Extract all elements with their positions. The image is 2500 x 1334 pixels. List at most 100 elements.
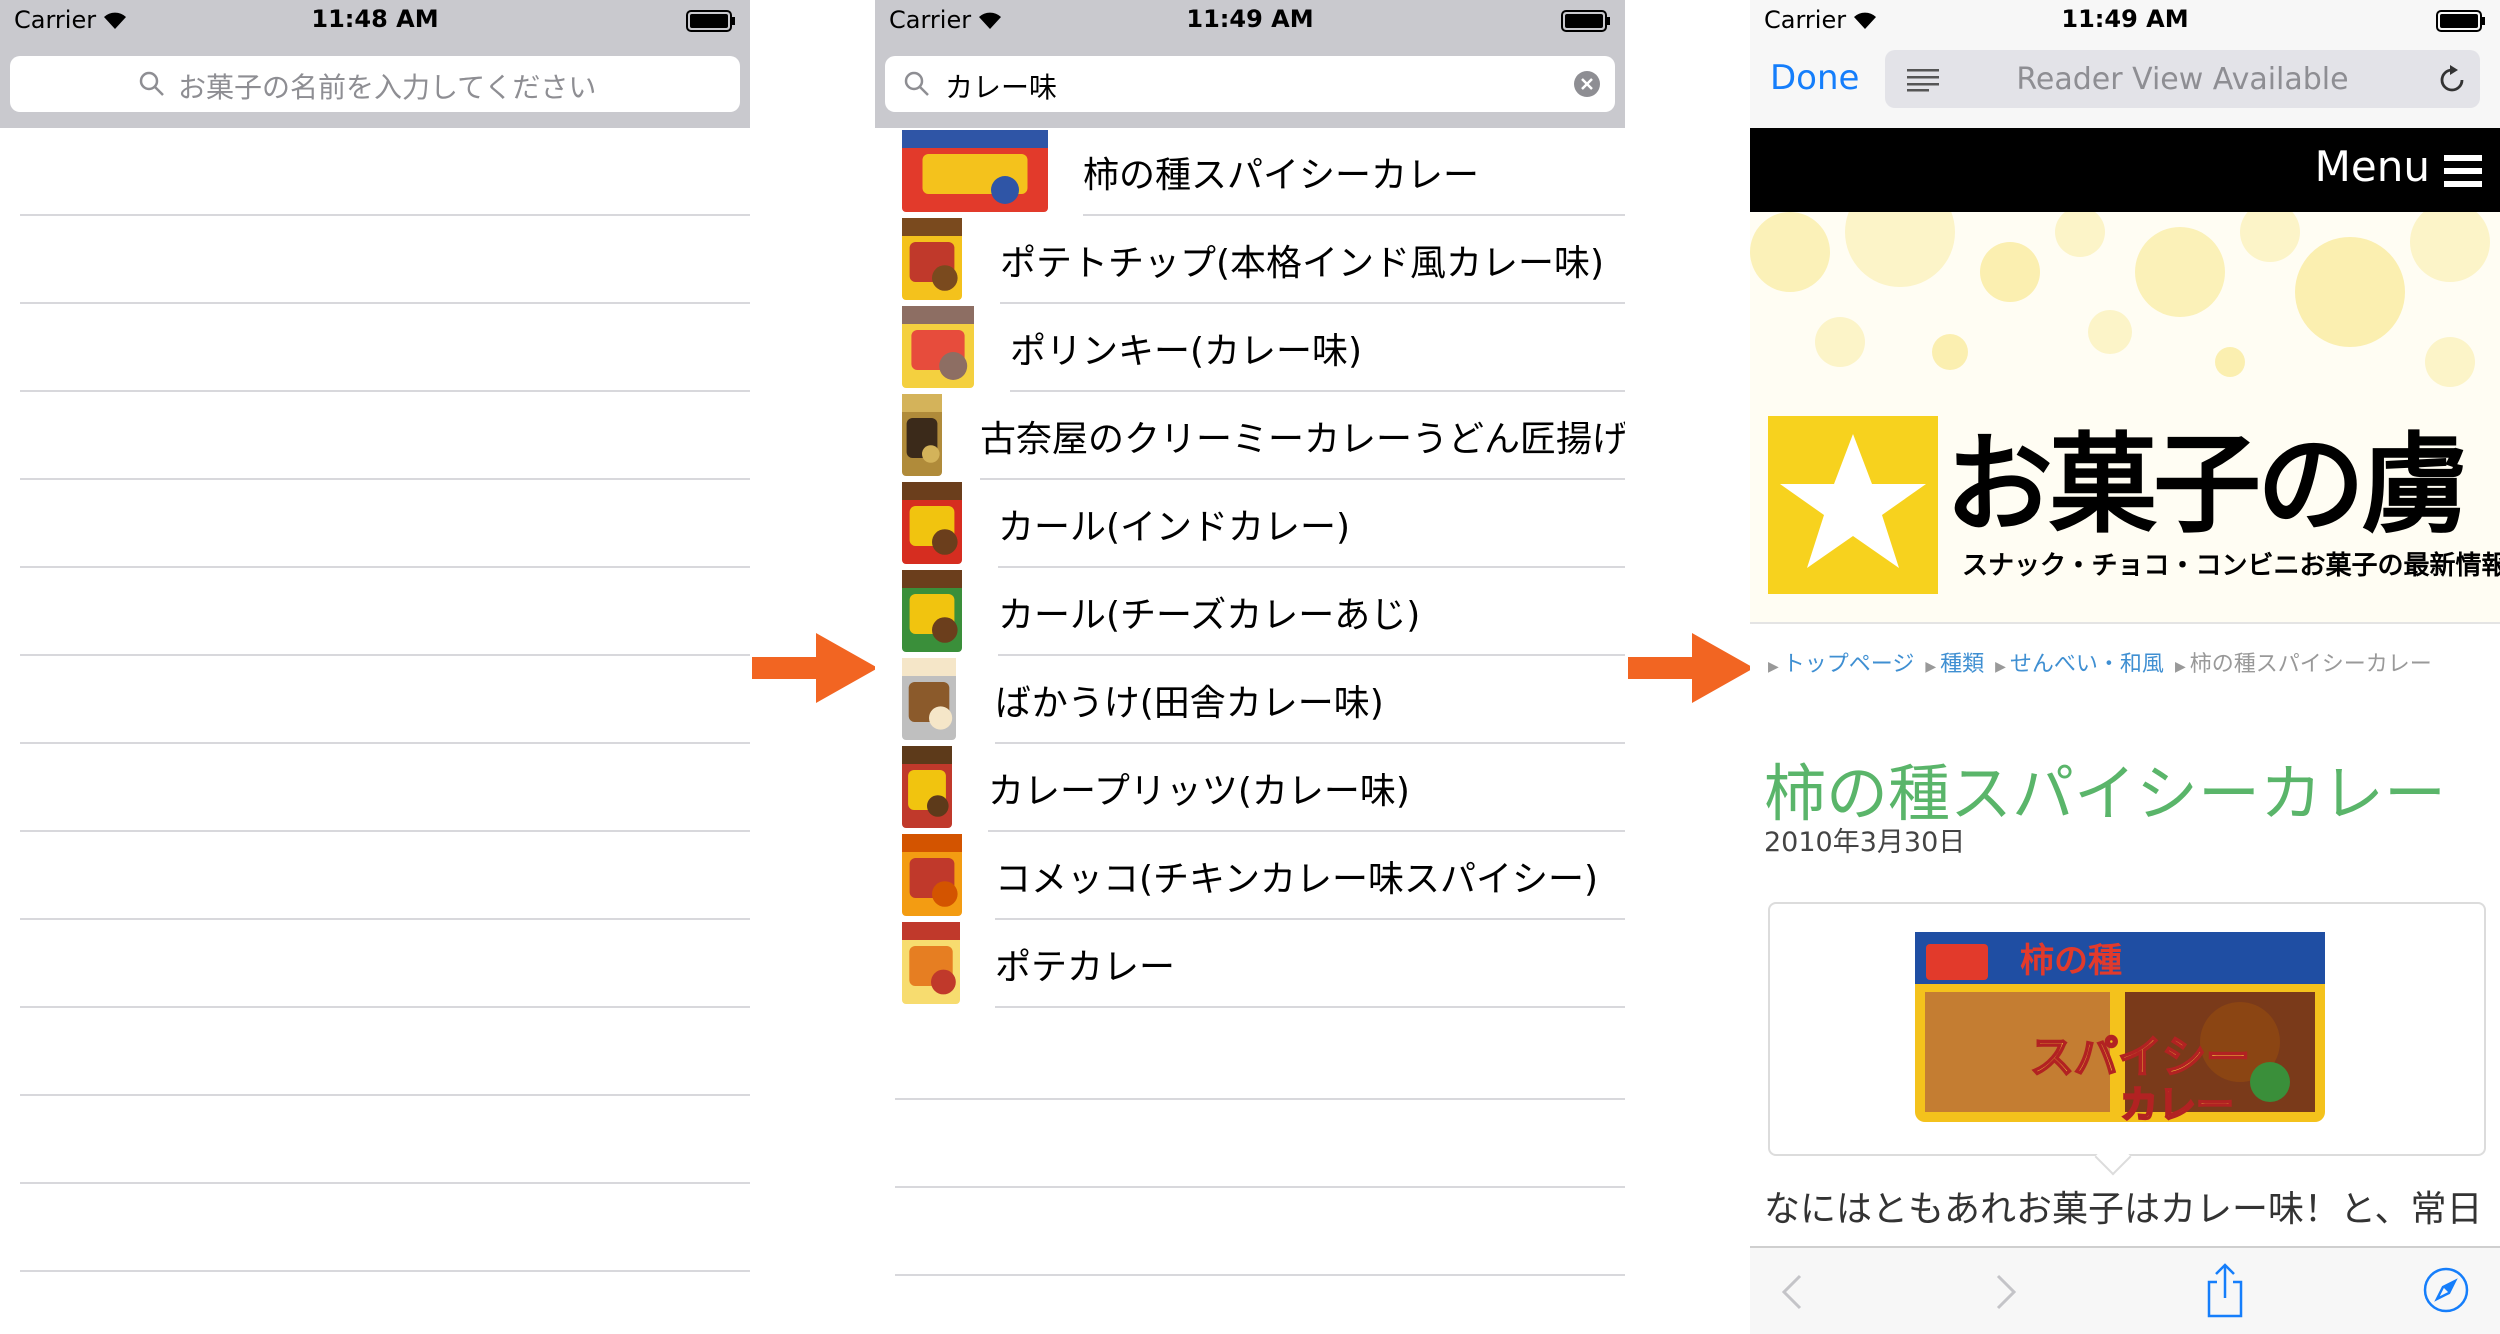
row-separator xyxy=(20,566,750,568)
breadcrumb-current: 柿の種スパイシーカレー xyxy=(2189,652,2432,677)
result-row[interactable]: ポリンキー(カレー味) xyxy=(875,304,1625,392)
snack-thumbnail-icon xyxy=(902,834,962,916)
search-placeholder: お菓子の名前を入力してください xyxy=(178,71,597,104)
flow-arrow-icon xyxy=(752,633,878,703)
flow-arrow-icon xyxy=(1628,633,1754,703)
row-separator xyxy=(895,1098,1625,1100)
result-label: ポリンキー(カレー味) xyxy=(1010,331,1363,372)
search-bar: お菓子の名前を入力してください xyxy=(0,40,750,128)
result-row[interactable]: ポテカレー xyxy=(875,920,1625,1008)
snack-thumbnail-icon xyxy=(902,746,952,828)
snack-thumbnail-icon xyxy=(902,922,960,1004)
article-body: なにはともあれお菓子はカレー味！と、常日 xyxy=(1764,1189,2483,1230)
search-bar: カレー味 xyxy=(875,40,1625,128)
row-separator xyxy=(20,918,750,920)
breadcrumb-link-category[interactable]: 種類 xyxy=(1940,652,1984,677)
result-row[interactable]: カール(チーズカレーあじ) xyxy=(875,568,1625,656)
status-bar: Carrier 11:49 AM xyxy=(1750,0,2500,40)
result-label: 柿の種スパイシーカレー xyxy=(1083,155,1480,196)
site-menu-bar: Menu xyxy=(1750,128,2500,212)
row-separator xyxy=(20,478,750,480)
search-screen-empty: Carrier 11:48 AM お菓子の名前を入力してください xyxy=(0,0,750,1334)
status-bar: Carrier 11:49 AM xyxy=(875,0,1625,40)
search-input[interactable]: カレー味 xyxy=(885,56,1615,112)
breadcrumb-link-home[interactable]: トップページ xyxy=(1783,652,1915,677)
row-separator xyxy=(895,1274,1625,1276)
row-separator xyxy=(20,214,750,216)
menu-button[interactable]: Menu xyxy=(2315,142,2430,191)
safari-detail-screen: Carrier 11:49 AM Done Reader View Availa… xyxy=(1750,0,2500,1334)
header-divider xyxy=(1750,622,2500,624)
row-separator xyxy=(20,830,750,832)
product-image-card: 柿の種 スパイシー カレー xyxy=(1768,902,2486,1176)
snack-thumbnail-icon xyxy=(902,570,962,652)
search-icon xyxy=(904,71,929,96)
row-separator xyxy=(20,390,750,392)
search-icon xyxy=(139,71,164,96)
svg-text:カレー: カレー xyxy=(2120,1083,2234,1127)
row-separator xyxy=(20,1006,750,1008)
result-row[interactable]: 古奈屋のクリーミーカレーうどん匠揚げ xyxy=(875,392,1625,480)
clock-label: 11:48 AM xyxy=(311,5,439,33)
result-label: カレープリッツ(カレー味) xyxy=(988,771,1410,812)
reload-icon[interactable] xyxy=(2436,64,2468,96)
clear-icon[interactable] xyxy=(1573,70,1601,98)
done-button[interactable]: Done xyxy=(1770,58,1859,98)
clock-label: 11:49 AM xyxy=(1186,5,1314,33)
address-field[interactable]: Reader View Available xyxy=(1885,50,2480,108)
breadcrumb-arrow-icon: ▶ xyxy=(1768,659,1779,675)
row-separator xyxy=(20,1182,750,1184)
hamburger-icon[interactable] xyxy=(2444,154,2482,188)
snack-thumbnail-icon xyxy=(902,306,974,388)
result-label: カール(インドカレー) xyxy=(998,507,1351,548)
result-label: カール(チーズカレーあじ) xyxy=(998,595,1421,636)
row-separator xyxy=(20,1094,750,1096)
status-bar: Carrier 11:48 AM xyxy=(0,0,750,40)
snack-thumbnail-icon xyxy=(902,218,962,300)
result-label: ポテカレー xyxy=(995,947,1176,988)
result-label: 古奈屋のクリーミーカレーうどん匠揚げ xyxy=(980,419,1625,460)
svg-text:柿の種: 柿の種 xyxy=(2020,941,2122,981)
snack-thumbnail-icon xyxy=(902,130,1048,212)
result-row[interactable]: カレープリッツ(カレー味) xyxy=(875,744,1625,832)
search-results-screen: Carrier 11:49 AM カレー味 柿の種スパイシーカレーポテトチップ(… xyxy=(875,0,1625,1334)
row-separator xyxy=(20,654,750,656)
result-label: コメッコ(チキンカレー味スパイシー) xyxy=(995,859,1599,900)
snack-thumbnail-icon xyxy=(902,394,942,476)
breadcrumb-arrow-icon: ▶ xyxy=(1925,659,1937,675)
breadcrumb-arrow-icon: ▶ xyxy=(1995,659,2006,675)
clock-label: 11:49 AM xyxy=(2061,5,2189,33)
logo-star-icon xyxy=(1768,416,1938,594)
row-separator xyxy=(20,302,750,304)
battery-icon xyxy=(2436,10,2485,32)
safari-toolbar xyxy=(1750,1246,2500,1334)
back-icon[interactable] xyxy=(1778,1272,1806,1312)
product-image: 柿の種 スパイシー カレー xyxy=(1915,932,2325,1128)
search-input[interactable]: お菓子の名前を入力してください xyxy=(10,56,740,112)
breadcrumb-link-subcategory[interactable]: せんべい・和風 xyxy=(2010,652,2164,677)
search-query: カレー味 xyxy=(945,71,1058,104)
forward-icon[interactable] xyxy=(1992,1272,2020,1312)
polka-dot-background xyxy=(1750,212,2490,387)
result-row[interactable]: カール(インドカレー) xyxy=(875,480,1625,568)
row-separator xyxy=(20,742,750,744)
row-separator xyxy=(20,1270,750,1272)
row-separator xyxy=(895,1186,1625,1188)
result-row[interactable]: 柿の種スパイシーカレー xyxy=(875,128,1625,216)
site-tagline: スナック・チョコ・コンビニお菓子の最新情報 xyxy=(1962,551,2500,581)
row-separator xyxy=(995,1006,1625,1008)
result-row[interactable]: ポテトチップ(本格インド風カレー味) xyxy=(875,216,1625,304)
battery-icon xyxy=(686,10,735,32)
svg-text:スパイシー: スパイシー xyxy=(2030,1032,2250,1083)
compass-icon[interactable] xyxy=(2422,1266,2470,1314)
result-label: ポテトチップ(本格インド風カレー味) xyxy=(1000,243,1605,284)
site-header: お菓子の虜 スナック・チョコ・コンビニお菓子の最新情報 xyxy=(1750,212,2500,622)
battery-icon xyxy=(1561,10,1610,32)
card-notch xyxy=(2094,1138,2132,1176)
result-label: ばかうけ(田舎カレー味) xyxy=(995,683,1384,724)
result-row[interactable]: コメッコ(チキンカレー味スパイシー) xyxy=(875,832,1625,920)
site-logo[interactable]: お菓子の虜 xyxy=(1945,398,2469,554)
result-row[interactable]: ばかうけ(田舎カレー味) xyxy=(875,656,1625,744)
share-icon[interactable] xyxy=(2205,1262,2245,1318)
breadcrumb: ▶ トップページ ▶ 種類 ▶ せんべい・和風 ▶ 柿の種スパイシーカレー xyxy=(1764,646,2432,678)
